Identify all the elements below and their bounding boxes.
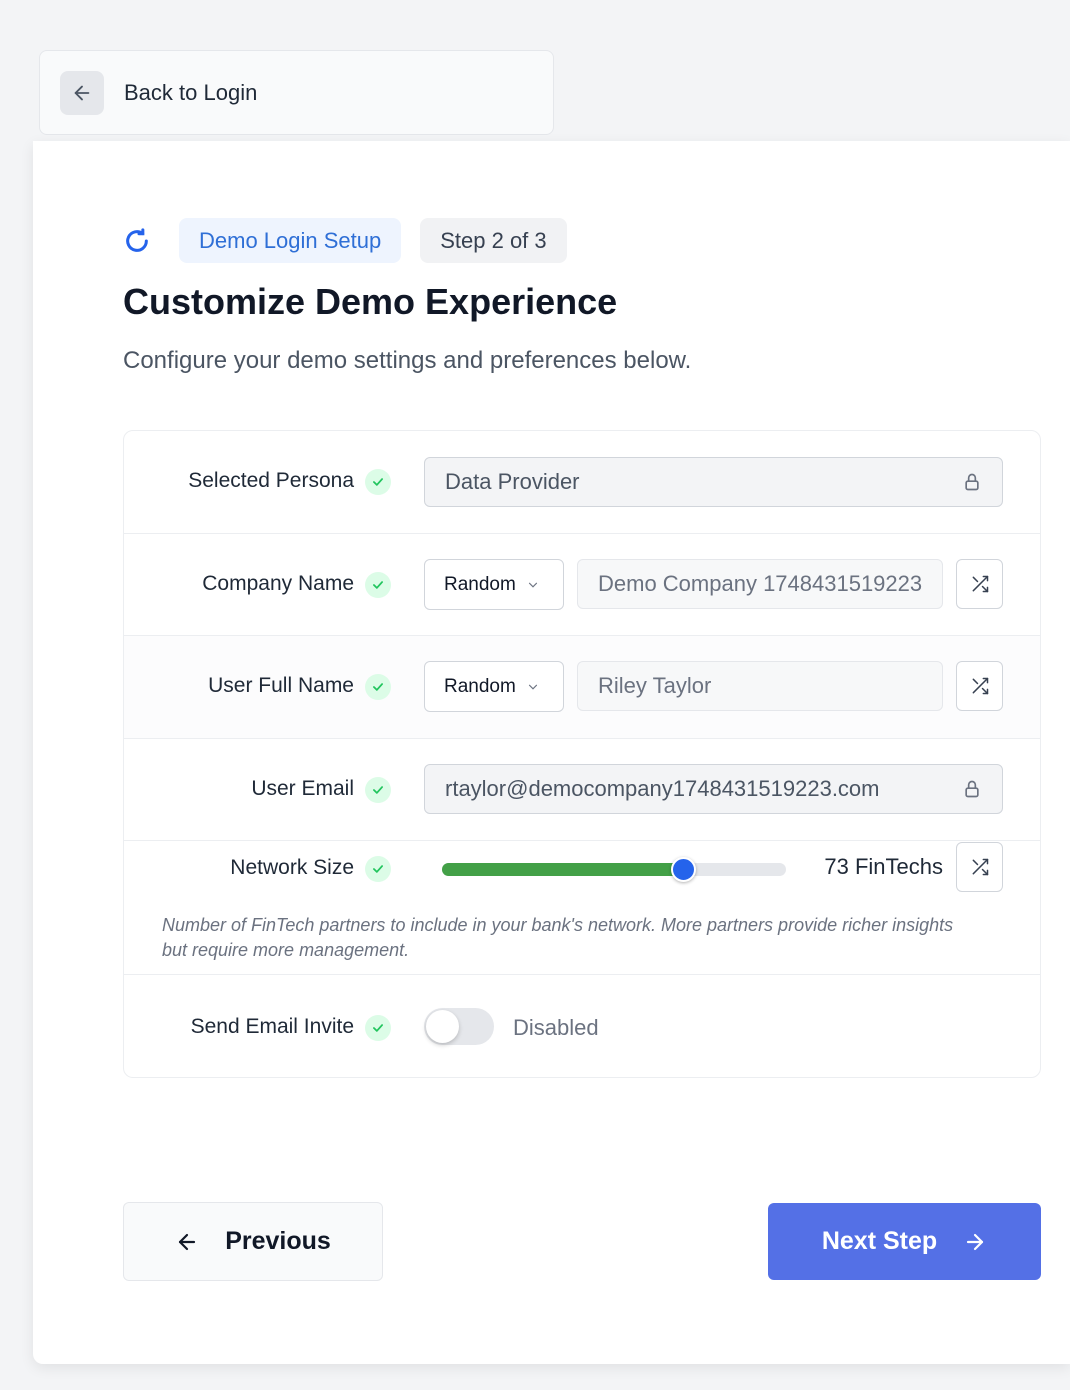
setup-badge: Demo Login Setup [179, 218, 402, 263]
email-field: rtaylor@democompany1748431519223.com [424, 764, 1003, 814]
check-icon [365, 856, 391, 882]
row-email: User Email rtaylor@democompany1748431519… [124, 739, 1040, 841]
check-icon [365, 777, 391, 803]
fullname-value: Riley Taylor [598, 673, 712, 698]
lock-icon [965, 780, 979, 798]
shuffle-icon [972, 575, 988, 593]
step-badge: Step 2 of 3 [420, 218, 567, 263]
page-subtitle: Configure your demo settings and prefere… [123, 347, 692, 374]
arrow-left-icon [74, 85, 90, 100]
row-company: Company Name Random Demo Company 1748431… [124, 534, 1040, 636]
toggle-knob [426, 1010, 459, 1043]
persona-label: Selected Persona [188, 469, 354, 492]
persona-value: Data Provider [445, 469, 580, 494]
network-hint: Number of FinTech partners to include in… [162, 915, 954, 960]
check-icon [365, 1015, 391, 1041]
row-persona: Selected Persona Data Provider [124, 431, 1040, 534]
main-panel: Demo Login Setup Step 2 of 3 Customize D… [33, 141, 1070, 1364]
row-network: Network Size 73 FinTechs Number of FinTe… [124, 841, 1040, 975]
network-value: 73 FinTechs [824, 854, 943, 879]
arrow-right-icon [963, 1230, 987, 1254]
arrow-left-icon [175, 1230, 199, 1254]
previous-button[interactable]: Previous [123, 1202, 383, 1281]
chevron-down-icon [528, 684, 537, 690]
fullname-mode-value: Random [444, 675, 516, 697]
invite-state: Disabled [513, 1015, 599, 1040]
slider-thumb[interactable] [670, 857, 696, 882]
network-label: Network Size [230, 856, 354, 879]
check-icon [365, 572, 391, 598]
fullname-label: User Full Name [208, 674, 354, 697]
page-title: Customize Demo Experience [123, 281, 618, 322]
next-label: Next Step [821, 1227, 938, 1255]
company-mode-value: Random [444, 573, 516, 595]
settings-form: Selected Persona Data Provider Company N… [123, 430, 1041, 1078]
shuffle-icon [972, 858, 988, 876]
refresh-icon [126, 227, 148, 252]
chevron-down-icon [528, 582, 537, 588]
company-label: Company Name [202, 572, 354, 595]
email-label: User Email [251, 777, 354, 800]
check-icon [365, 674, 391, 700]
lock-icon [965, 473, 979, 491]
company-shuffle-button[interactable] [956, 559, 1003, 609]
fullname-shuffle-button[interactable] [956, 661, 1003, 711]
step-header: Demo Login Setup Step 2 of 3 [123, 218, 567, 263]
back-card: Back to Login [39, 50, 554, 135]
persona-field: Data Provider [424, 457, 1003, 507]
invite-label: Send Email Invite [190, 1015, 354, 1038]
shuffle-icon [972, 677, 988, 695]
row-fullname: User Full Name Random Riley Taylor [124, 636, 1040, 739]
company-input[interactable]: Demo Company 1748431519223 [577, 559, 943, 609]
slider-fill [442, 863, 683, 876]
back-button[interactable] [60, 70, 104, 115]
email-value: rtaylor@democompany1748431519223.com [445, 776, 880, 801]
network-slider[interactable] [442, 857, 786, 882]
next-step-button[interactable]: Next Step [768, 1203, 1041, 1280]
invite-toggle[interactable] [424, 1008, 494, 1045]
fullname-mode-select[interactable]: Random [424, 661, 564, 712]
back-label[interactable]: Back to Login [124, 80, 257, 106]
row-invite: Send Email Invite Disabled [124, 975, 1040, 1077]
company-value: Demo Company 1748431519223 [598, 571, 923, 596]
previous-label: Previous [225, 1227, 331, 1255]
check-icon [365, 469, 391, 495]
network-shuffle-button[interactable] [956, 842, 1003, 892]
fullname-input[interactable]: Riley Taylor [577, 661, 943, 711]
company-mode-select[interactable]: Random [424, 559, 564, 610]
